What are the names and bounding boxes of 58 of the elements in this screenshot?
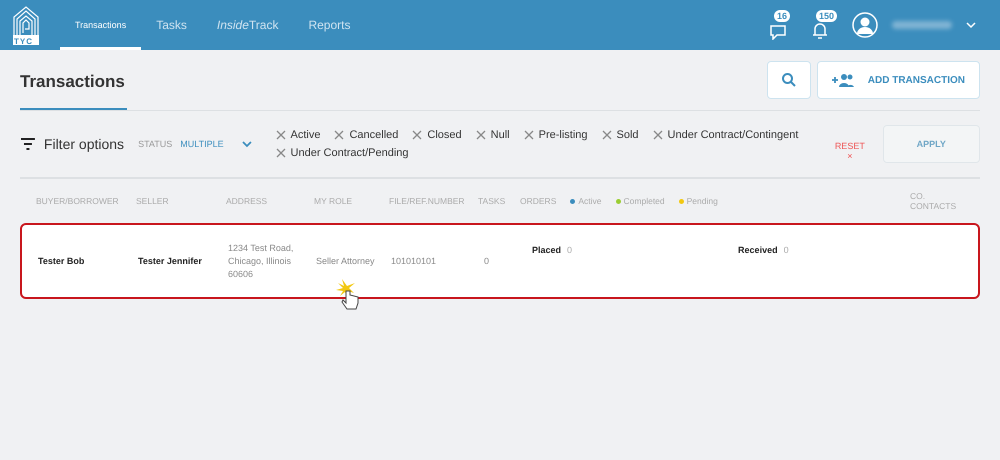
remove-chip-icon[interactable] [476,130,486,140]
remove-chip-icon[interactable] [602,130,612,140]
add-transaction-button[interactable]: ADD TRANSACTION [816,61,980,99]
notification-count-badge: 150 [816,10,838,22]
nav-tab[interactable]: InsideTrack [202,0,294,50]
status-filter-label: Active [290,129,320,141]
house-logo-icon[interactable] [12,5,40,45]
filter-title: Filter options [44,136,124,152]
received-label: Received [738,245,778,255]
status-label: STATUS [138,139,172,149]
remove-chip-icon[interactable] [334,130,344,140]
placed-count: 0 [567,245,572,255]
column-header: BUYER/BORROWER [36,196,120,206]
status-filter-label: Cancelled [349,129,398,141]
nav-tab[interactable]: Transactions [60,0,142,50]
column-header: ADDRESS [226,196,268,206]
legend-label: Pending [686,196,718,206]
status-filter-label: Under Contract/Contingent [668,129,798,141]
status-filter-label: Closed [427,129,462,141]
column-header: SELLER [136,196,170,206]
search-icon [780,72,797,88]
address-cell-text: 1234 Test Road, Chicago, Illinois 60606 [228,242,294,280]
tasks-cell-text: 0 [483,256,490,266]
search-button[interactable] [766,61,811,99]
filter-icon [20,138,36,150]
legend-label: Active [578,196,602,206]
column-header: MY ROLE [314,196,354,206]
avatar-icon[interactable] [852,12,878,38]
column-header: FILE/REF.NUMBER [389,196,466,206]
reset-link[interactable]: RESET × [825,140,875,162]
column-header: ORDERS [520,196,556,206]
seller-cell-text: Tester Jennifer [138,256,203,266]
remove-chip-icon[interactable] [276,130,286,140]
file-number-cell-text: 101010101 [391,256,438,266]
add-people-icon [832,73,854,87]
chevron-down-icon[interactable] [242,140,252,148]
buyer-cell-text: Tester Bob [38,256,86,266]
page-title: Transactions [20,51,127,110]
remove-chip-icon[interactable] [524,130,534,140]
received-count: 0 [784,245,789,255]
status-dropdown[interactable]: MULTIPLE [180,139,224,149]
blurred-user-name [892,21,952,29]
placed-label: Placed [532,245,562,255]
nav-tab[interactable]: Tasks [141,0,202,50]
column-header: CO. CONTACTS [910,191,958,211]
logo-text: TYC [14,37,33,46]
remove-chip-icon[interactable] [652,130,663,140]
remove-chip-icon[interactable] [276,148,286,158]
legend-label: Completed [624,196,665,206]
status-filter-label: Under Contract/Pending [290,147,409,159]
column-header: TASKS [478,196,506,206]
nav-tab[interactable]: Reports [293,0,366,50]
status-filter-label: Sold [616,129,639,141]
message-count-badge: 16 [774,10,790,22]
role-cell-text: Seller Attorney [316,256,376,266]
status-filter-label: Pre-listing [538,129,588,141]
remove-chip-icon[interactable] [412,130,422,140]
status-filter-label: Null [490,129,510,141]
